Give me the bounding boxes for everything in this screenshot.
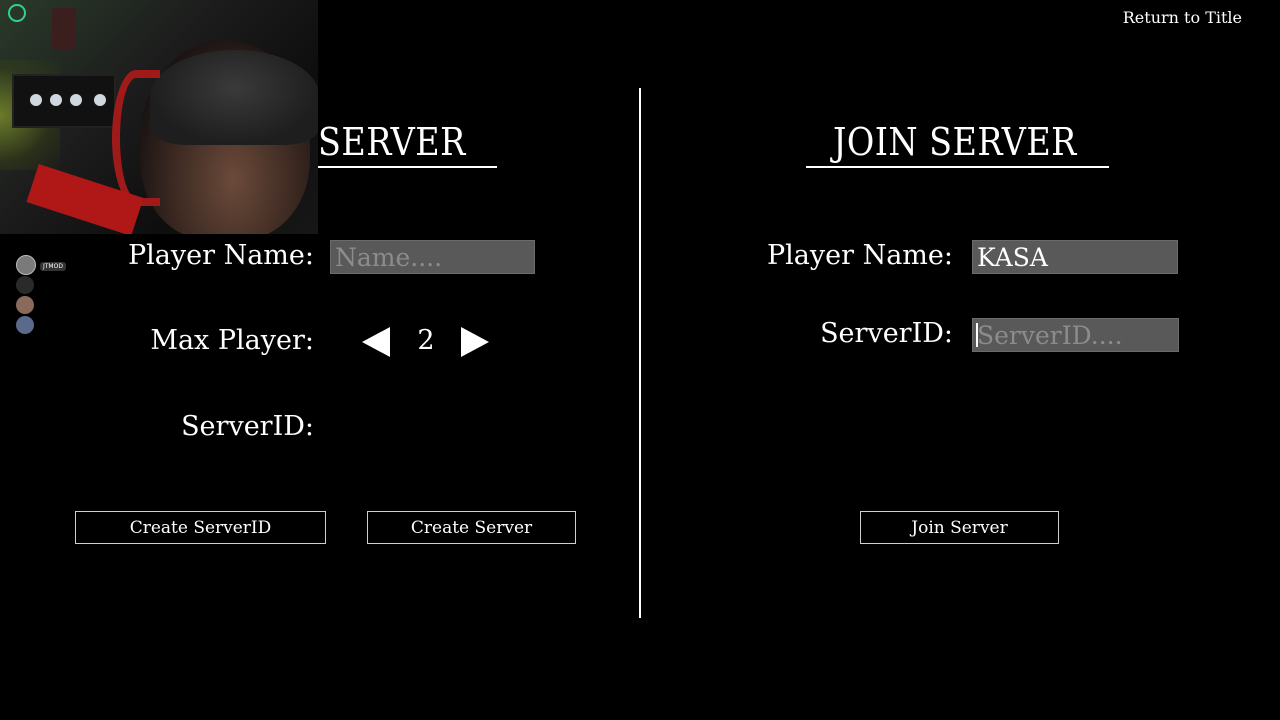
text-cursor-caret [976,323,978,347]
voice-chat-username: JTMOD [40,261,66,271]
monitor-app-icon [30,94,42,106]
voice-chat-overlay: JTMOD [16,255,66,336]
create-server-id-label: ServerID: [181,411,314,442]
create-server-title-underline [318,166,497,168]
arrow-right-icon[interactable] [461,327,489,357]
monitor-app-icon [50,94,62,106]
voice-chat-member [16,276,66,296]
create-player-name-input[interactable] [330,240,535,274]
webcam-overlay [0,0,318,234]
create-server-id-button[interactable]: Create ServerID [75,511,326,544]
voice-chat-member [16,296,66,316]
webcam-poster [52,8,76,50]
join-player-name-label: Player Name: [766,240,953,271]
join-server-id-label: ServerID: [820,318,953,349]
panel-divider [639,88,641,618]
join-server-title: JOIN SERVER [833,120,1077,164]
create-server-title: SERVER [318,120,466,164]
webcam-status-icon [8,4,26,22]
max-player-value: 2 [417,325,435,356]
avatar [16,296,34,314]
join-server-button[interactable]: Join Server [860,511,1059,544]
voice-chat-member: JTMOD [16,255,66,276]
voice-chat-member [16,316,66,336]
join-player-name-input[interactable] [972,240,1178,274]
avatar [16,316,34,334]
join-server-title-underline [806,166,1109,168]
webcam-cap [150,50,318,145]
avatar [16,255,36,275]
return-to-title-link[interactable]: Return to Title [1123,8,1242,27]
monitor-app-icon [70,94,82,106]
monitor-app-icon [94,94,106,106]
server-menu-screen: Return to Title SERVER Player Name: Max … [0,0,1280,720]
headphone-icon [112,70,160,206]
arrow-left-icon[interactable] [362,327,390,357]
join-server-id-input[interactable] [972,318,1179,352]
max-player-label: Max Player: [150,325,314,356]
webcam-monitor [12,74,116,128]
create-server-button[interactable]: Create Server [367,511,576,544]
avatar [16,276,34,294]
create-player-name-label: Player Name: [127,240,314,271]
